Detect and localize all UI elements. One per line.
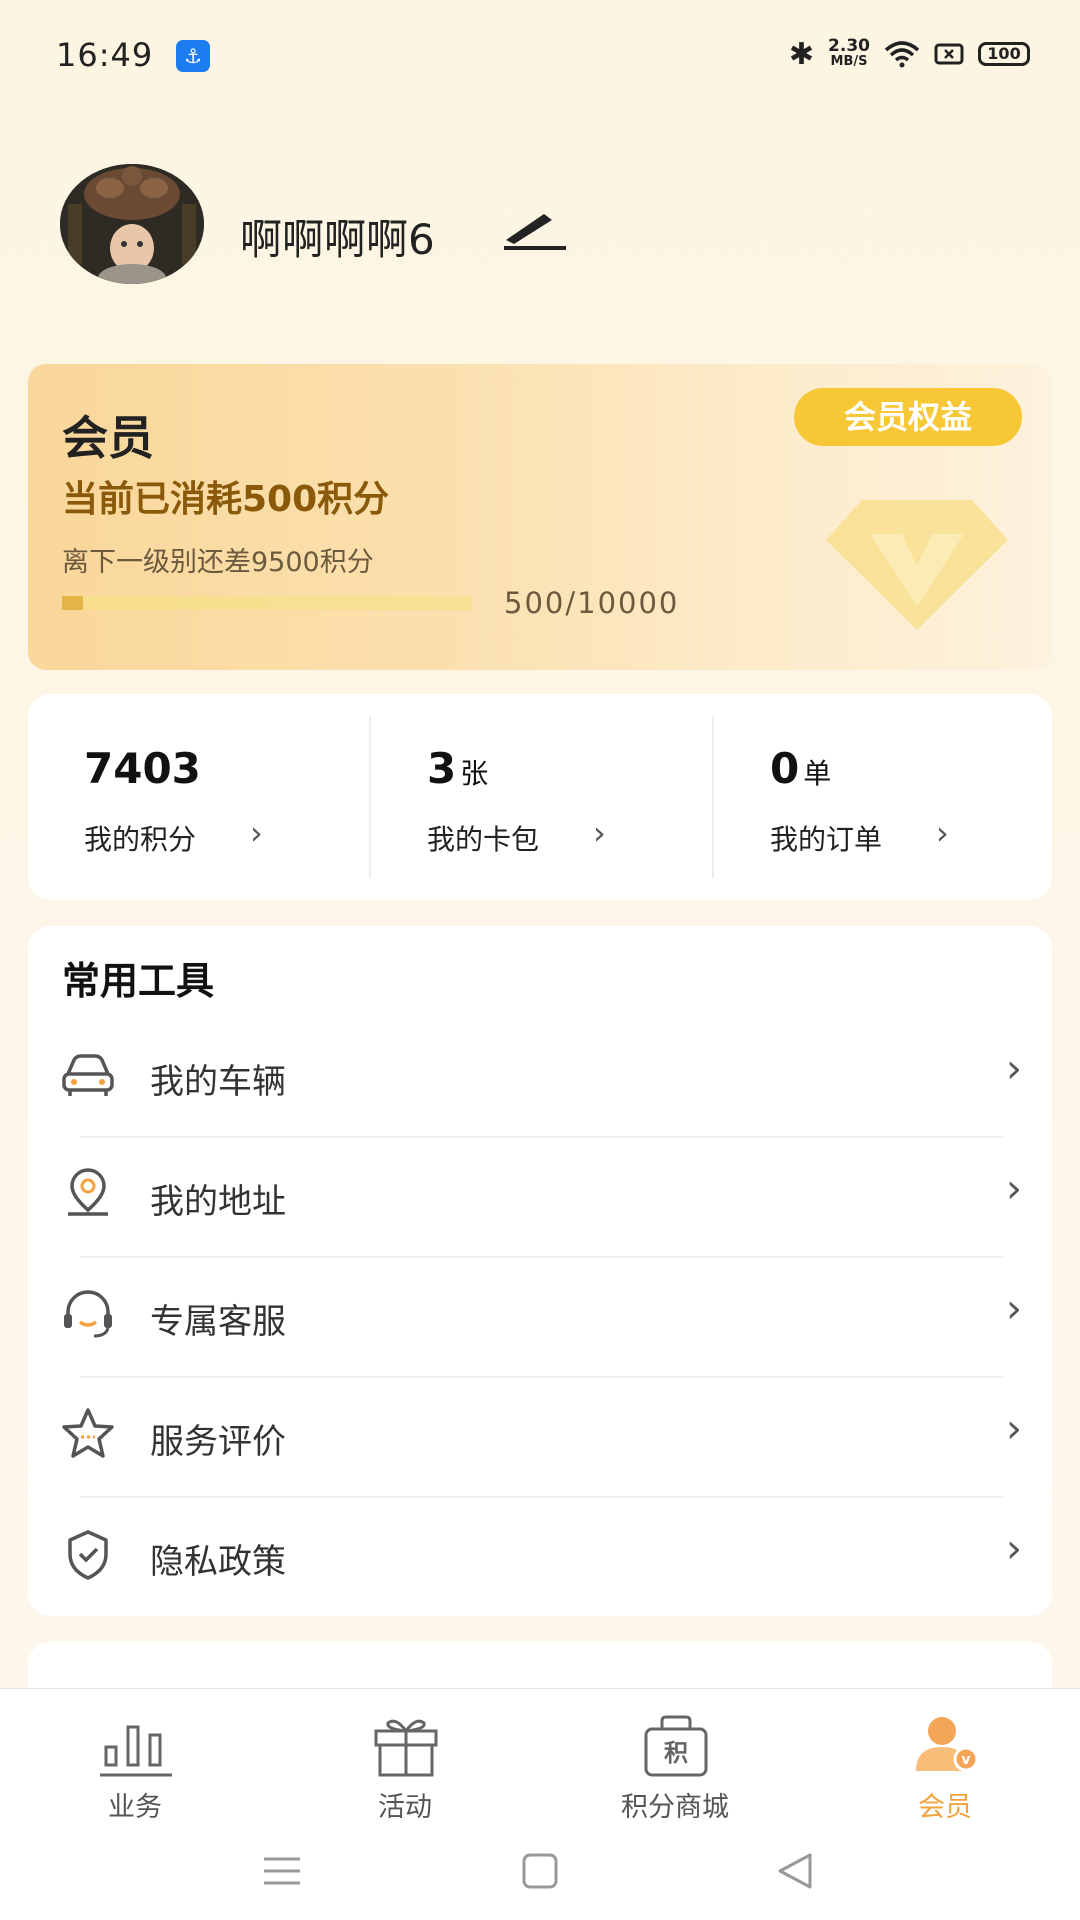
svg-text:积: 积 (664, 1739, 688, 1767)
bluetooth-icon: ✱ (788, 36, 815, 72)
tool-item-vehicle[interactable]: 我的车辆 › (28, 1018, 1052, 1138)
sim-icon (934, 43, 964, 65)
stat-label: 我的订单 (770, 823, 883, 856)
chevron-right-icon: › (1006, 1286, 1022, 1332)
chevron-right-icon: › (593, 814, 606, 852)
stat-label: 我的积分 (84, 823, 197, 856)
nav-label: 活动 (378, 1792, 432, 1823)
member-card[interactable]: 会员 当前已消耗500积分 离下一级别还差9500积分 500/10000 会员… (28, 364, 1052, 670)
stat-points[interactable]: 7403 我的积分 › (28, 694, 369, 900)
tool-label: 服务评价 (150, 1422, 286, 1462)
stat-value: 7403 (84, 744, 201, 793)
net-speed-unit: MB/S (830, 54, 868, 69)
stat-value: 3张 (427, 744, 489, 793)
tool-item-privacy-policy[interactable]: 隐私政策 › (28, 1498, 1052, 1618)
chevron-right-icon: › (1006, 1406, 1022, 1452)
member-user-icon: v (916, 1717, 979, 1772)
chevron-right-icon: › (1006, 1526, 1022, 1572)
stat-card-wallet[interactable]: 3张 我的卡包 › (371, 694, 712, 900)
home-square-icon[interactable] (516, 1851, 564, 1891)
tool-item-service-rating[interactable]: 服务评价 › (28, 1378, 1052, 1498)
chevron-right-icon: › (1006, 1046, 1022, 1092)
nav-item-points-shop[interactable]: 积 积分商城 (540, 1703, 810, 1823)
common-tools-card: 常用工具 我的车辆 › 我的地址 › 专属客服 › 服务评价 › 隐私政策 › (28, 926, 1052, 1616)
headset-icon (64, 1290, 112, 1338)
chevron-right-icon: › (1006, 1166, 1022, 1212)
chevron-right-icon: › (936, 814, 949, 852)
star-icon (62, 1408, 114, 1458)
tool-label: 隐私政策 (150, 1542, 286, 1582)
status-time: 16:49 (56, 36, 154, 74)
member-progress-fill (62, 596, 83, 610)
wifi-icon (884, 41, 920, 68)
username: 啊啊啊啊6 (240, 215, 435, 264)
usb-app-icon: ⚓ (176, 40, 210, 72)
status-bar: 16:49 ⚓ ✱ 2.30 MB/S 100 (0, 0, 1080, 110)
points-shop-icon: 积 (644, 1715, 708, 1777)
net-speed-value: 2.30 (828, 36, 870, 56)
tool-item-customer-service[interactable]: 专属客服 › (28, 1258, 1052, 1378)
stat-value: 0单 (770, 744, 832, 793)
system-nav-bar (0, 1837, 1080, 1920)
diamond-v-icon (826, 500, 1008, 630)
tool-label: 专属客服 (150, 1302, 286, 1342)
car-icon (62, 1054, 114, 1096)
member-title: 会员 (62, 411, 154, 465)
stat-orders[interactable]: 0单 我的订单 › (714, 694, 1055, 900)
network-speed: 2.30 MB/S (828, 38, 870, 70)
member-points-consumed: 当前已消耗500积分 (62, 479, 390, 520)
member-progress-bar (62, 596, 472, 610)
shield-check-icon (68, 1530, 108, 1580)
tool-item-address[interactable]: 我的地址 › (28, 1138, 1052, 1258)
battery-icon: 100 (978, 42, 1030, 66)
member-benefits-button[interactable]: 会员权益 (794, 388, 1022, 446)
nav-item-member[interactable]: v 会员 (810, 1703, 1080, 1823)
tool-label: 我的车辆 (150, 1062, 286, 1102)
back-triangle-icon[interactable] (772, 1851, 820, 1891)
menu-lines-icon[interactable] (258, 1851, 306, 1891)
nav-label: 积分商城 (621, 1792, 729, 1823)
gift-icon (374, 1719, 438, 1777)
bottom-nav: 业务 活动 积 积分商城 v 会员 (0, 1688, 1080, 1920)
stat-label: 我的卡包 (427, 823, 540, 856)
chevron-right-icon: › (250, 814, 263, 852)
nav-label: 会员 (918, 1792, 972, 1823)
location-pin-icon (68, 1168, 108, 1216)
avatar[interactable] (60, 164, 204, 284)
nav-label: 业务 (108, 1792, 162, 1823)
bar-chart-icon (100, 1725, 172, 1777)
pen-edit-icon[interactable] (500, 206, 568, 250)
member-next-level-gap: 离下一级别还差9500积分 (62, 547, 374, 578)
svg-text:v: v (961, 1752, 970, 1768)
tools-title: 常用工具 (62, 959, 215, 1003)
member-progress-text: 500/10000 (504, 586, 680, 620)
status-icons: ✱ 2.30 MB/S 100 (789, 34, 1030, 74)
nav-item-activity[interactable]: 活动 (270, 1703, 540, 1823)
nav-item-business[interactable]: 业务 (0, 1703, 270, 1823)
tool-label: 我的地址 (150, 1182, 286, 1222)
stats-card: 7403 我的积分 › 3张 我的卡包 › 0单 我的订单 › (28, 694, 1052, 900)
